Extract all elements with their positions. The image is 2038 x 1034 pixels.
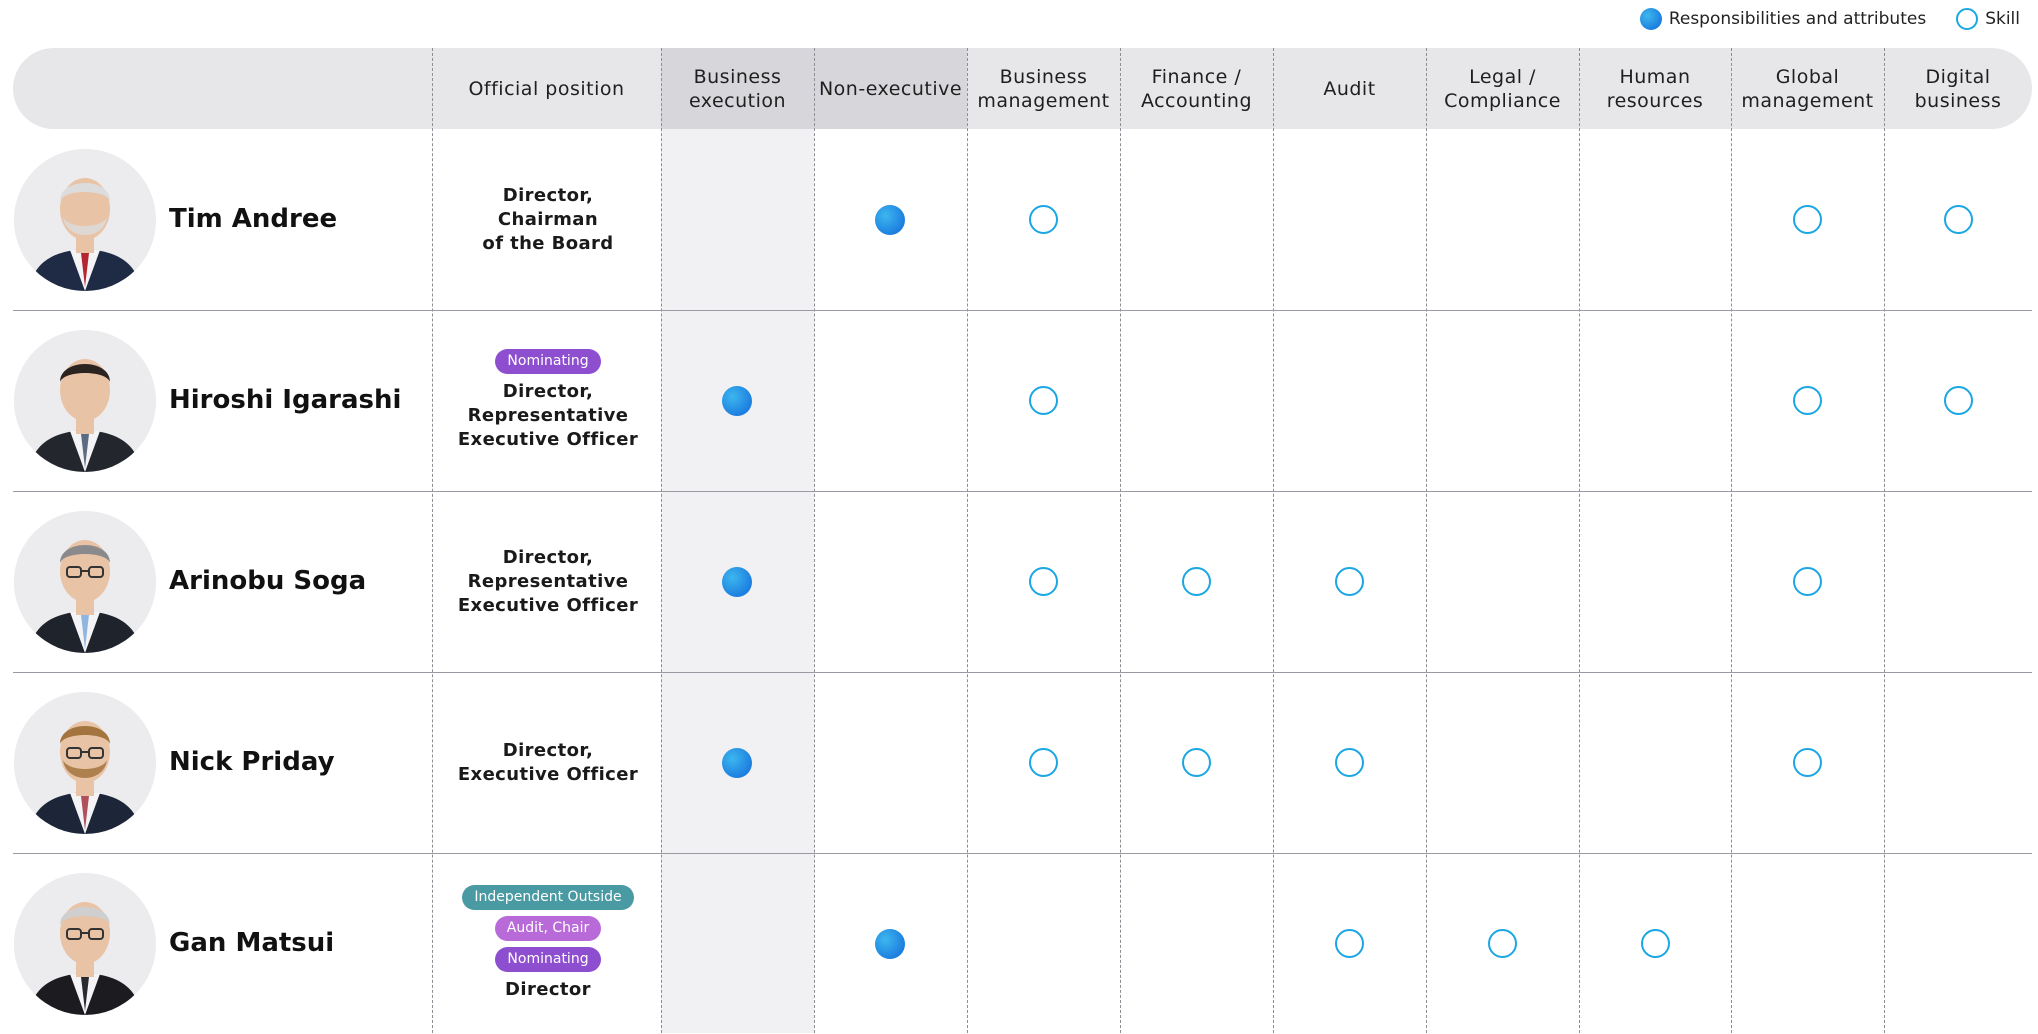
column-divider	[814, 48, 815, 1033]
official-position-text: Director, Executive Officer	[457, 739, 639, 785]
committee-badge: Nominating	[495, 349, 601, 374]
skill-marker-finance-accounting	[1181, 567, 1211, 596]
official-position-text: Director, Representative Executive Officer	[457, 381, 639, 450]
official-position-cell: Independent Outside Audit, Chair Nominatin…	[433, 853, 663, 1034]
business-execution-marker	[722, 747, 752, 778]
business-execution-marker	[722, 385, 752, 416]
skill-marker-audit	[1334, 748, 1364, 777]
business-execution-marker	[722, 566, 752, 597]
skill-marker-business-management	[1028, 748, 1058, 777]
skill-marker-digital-business	[1943, 205, 1973, 234]
skill-marker-human-resources	[1640, 929, 1670, 958]
legend: Responsibilities and attributes Skill	[1618, 8, 2020, 30]
column-divider	[1120, 48, 1121, 1033]
skill-marker-global-management	[1792, 748, 1822, 777]
non-executive-marker	[875, 204, 905, 235]
director-name: Tim Andree	[169, 203, 338, 234]
official-position-cell: Director, Representative Executive Officer	[433, 491, 663, 672]
header-global-management: Global management	[1741, 65, 1874, 112]
column-divider	[1731, 48, 1732, 1033]
header-position: Official position	[468, 77, 625, 100]
non-executive-marker	[875, 928, 905, 959]
director-photo	[14, 872, 156, 1015]
director-name: Arinobu Soga	[169, 565, 367, 596]
skill-marker-audit	[1334, 567, 1364, 596]
header-finance-accounting: Finance / Accounting	[1140, 65, 1253, 112]
official-position-cell: Director, Executive Officer	[433, 672, 663, 853]
director-photo	[14, 148, 156, 291]
director-name: Nick Priday	[169, 746, 335, 777]
skill-marker-digital-business	[1943, 386, 1973, 415]
header-legal-compliance: Legal / Compliance	[1444, 65, 1561, 112]
skill-marker-global-management	[1792, 205, 1822, 234]
director-photo	[14, 329, 156, 472]
director-photo	[14, 510, 156, 653]
skill-marker-business-management	[1028, 567, 1058, 596]
header-business-execution: Business execution	[688, 65, 787, 112]
header-business-management: Business management	[977, 65, 1110, 112]
filled-dot-icon	[1639, 8, 1662, 30]
header-non-executive: Non-executive	[818, 77, 963, 100]
column-divider	[967, 48, 968, 1033]
header-human-resources: Human resources	[1606, 65, 1704, 112]
legend-skill-label: Skill	[1985, 9, 2020, 29]
official-position-text: Director, Chairman of the Board	[482, 184, 614, 254]
column-divider	[1579, 48, 1580, 1033]
row-divider	[13, 491, 2032, 492]
skill-marker-finance-accounting	[1181, 748, 1211, 777]
official-position-text: Director	[505, 979, 591, 1000]
skills-matrix-table: Official position Business execution Non-ex…	[13, 48, 2032, 1033]
column-divider	[1884, 48, 1885, 1033]
column-divider	[1273, 48, 1274, 1033]
director-name: Hiroshi Igarashi	[169, 384, 402, 415]
row-divider	[13, 853, 2032, 854]
official-position-cell: Director, Chairman of the Board	[433, 129, 663, 310]
skill-marker-legal-compliance	[1487, 929, 1517, 958]
director-photo	[14, 691, 156, 834]
skill-marker-business-management	[1028, 205, 1058, 234]
legend-skill: Skill	[1956, 8, 2020, 30]
legend-responsibilities-label: Responsibilities and attributes	[1668, 9, 1927, 29]
row-divider	[13, 310, 2032, 311]
legend-responsibilities: Responsibilities and attributes	[1639, 8, 1927, 30]
committee-badge: Independent Outside	[462, 885, 634, 910]
official-position-cell: Nominating Director, Representative Executi…	[433, 310, 663, 491]
committee-badge: Audit, Chair	[494, 916, 602, 941]
ring-icon	[1956, 8, 1979, 30]
header-audit: Audit	[1323, 77, 1376, 100]
official-position-text: Director, Representative Executive Officer	[457, 546, 639, 616]
skill-marker-audit	[1334, 929, 1364, 958]
row-divider	[13, 672, 2032, 673]
skill-marker-business-management	[1028, 386, 1058, 415]
director-name: Gan Matsui	[169, 927, 335, 958]
header-digital-business: Digital business	[1914, 65, 2002, 112]
skill-marker-global-management	[1792, 567, 1822, 596]
committee-badge: Nominating	[495, 947, 601, 972]
column-divider	[1426, 48, 1427, 1033]
skill-marker-global-management	[1792, 386, 1822, 415]
